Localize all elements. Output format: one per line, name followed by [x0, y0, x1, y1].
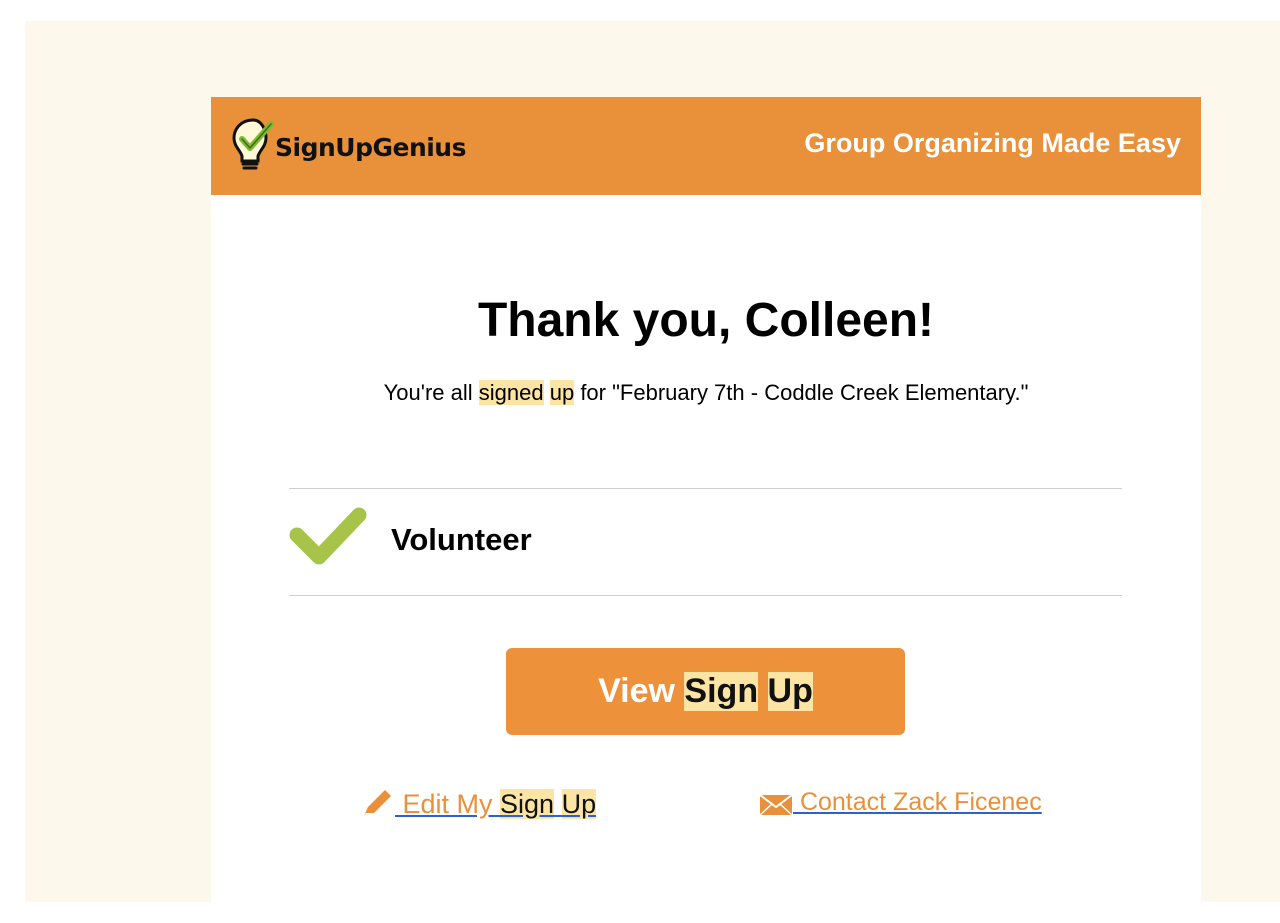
view-button-up: Up [767, 672, 813, 711]
edit-link-up: Up [561, 789, 597, 819]
edit-my-sign-up-link[interactable]: Edit My Sign Up [361, 786, 597, 820]
contact-organizer-link[interactable]: Contact Zack Ficenec [759, 788, 1042, 817]
edit-link-prefix: Edit My [395, 789, 501, 819]
highlight-signed: signed [478, 380, 544, 405]
slot-item-label: Volunteer [391, 522, 532, 557]
signupgenius-logo[interactable]: SignUpGenius [231, 115, 467, 175]
highlight-up: up [549, 380, 575, 405]
edit-link-text: Edit My Sign Up [395, 789, 597, 820]
divider-bottom [289, 595, 1122, 596]
view-button-sign: Sign [684, 672, 759, 711]
contact-link-text: Contact Zack Ficenec [793, 788, 1042, 816]
email-background: SignUpGenius Group Organizing Made Easy … [25, 21, 1280, 923]
pencil-icon [364, 790, 391, 816]
header-bar: SignUpGenius Group Organizing Made Easy [211, 97, 1201, 195]
subtitle-suffix: for "February 7th - Coddle Creek Element… [574, 380, 1029, 405]
view-button-prefix: View [598, 672, 685, 710]
email-card: SignUpGenius Group Organizing Made Easy … [211, 97, 1201, 923]
envelope-icon [759, 794, 793, 816]
view-sign-up-button[interactable]: View Sign Up [506, 648, 905, 735]
subtitle-prefix: You're all [383, 380, 479, 405]
subtitle-space [544, 380, 550, 405]
checkmark-icon [289, 507, 367, 565]
edit-link-sign: Sign [500, 789, 555, 819]
thank-you-title: Thank you, Colleen! [477, 294, 935, 347]
view-button-space [758, 672, 767, 711]
signup-confirmation-text: You're all signed up for "February 7th -… [211, 380, 1201, 406]
lightbulb-logo-icon [232, 118, 274, 170]
logo-text: SignUpGenius [275, 132, 467, 162]
edit-link-space [554, 789, 562, 819]
divider-top [289, 488, 1122, 489]
header-tagline: Group Organizing Made Easy [804, 128, 1181, 158]
